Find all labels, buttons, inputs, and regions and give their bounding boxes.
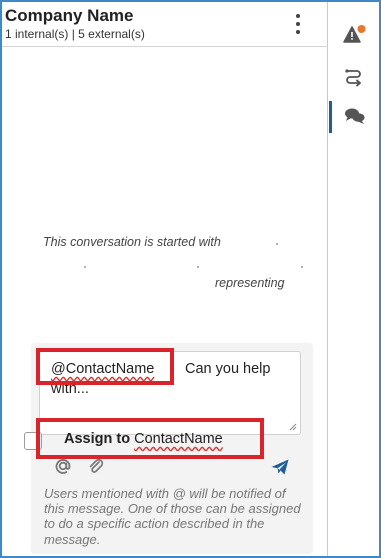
- kebab-menu-icon[interactable]: [288, 11, 308, 37]
- company-title: Company Name: [5, 6, 134, 25]
- rail-item-alerts[interactable]: [329, 21, 379, 59]
- warning-alert-icon: [343, 25, 366, 43]
- paperclip-icon[interactable]: [87, 457, 105, 475]
- chat-bubbles-icon: [345, 108, 365, 124]
- resize-handle-icon[interactable]: [289, 423, 297, 431]
- rail-item-conversations[interactable]: [329, 97, 379, 135]
- at-sign-icon[interactable]: [54, 457, 72, 475]
- send-icon[interactable]: [270, 458, 290, 476]
- assign-label: Assign to ContactName: [64, 431, 223, 447]
- message-text: Can you help: [185, 361, 271, 377]
- active-indicator: [329, 101, 332, 133]
- conversation-start-text: This conversation is started with: [43, 235, 221, 249]
- assign-contact-name: ContactName: [134, 431, 223, 447]
- redacted-mark: [276, 243, 278, 245]
- message-text-continuation: with...: [51, 381, 89, 397]
- redacted-mark: [197, 266, 199, 268]
- message-input[interactable]: @ContactName Can you help with...: [39, 351, 301, 435]
- mention-hint-text: Users mentioned with @ will be notified …: [44, 486, 301, 547]
- rail-item-route[interactable]: [329, 59, 379, 97]
- redacted-mark: [301, 266, 303, 268]
- panel-header: Company Name 1 internal(s) | 5 external(…: [2, 2, 328, 47]
- assign-checkbox[interactable]: [24, 432, 42, 450]
- side-rail: [329, 2, 379, 556]
- participants-count: 1 internal(s) | 5 external(s): [5, 27, 145, 41]
- representing-text: representing: [215, 276, 285, 290]
- redacted-mark: [84, 266, 86, 268]
- assign-checkbox-row[interactable]: Assign to ContactName: [20, 428, 236, 456]
- mention-token: @ContactName: [51, 361, 155, 377]
- route-icon: [345, 69, 361, 87]
